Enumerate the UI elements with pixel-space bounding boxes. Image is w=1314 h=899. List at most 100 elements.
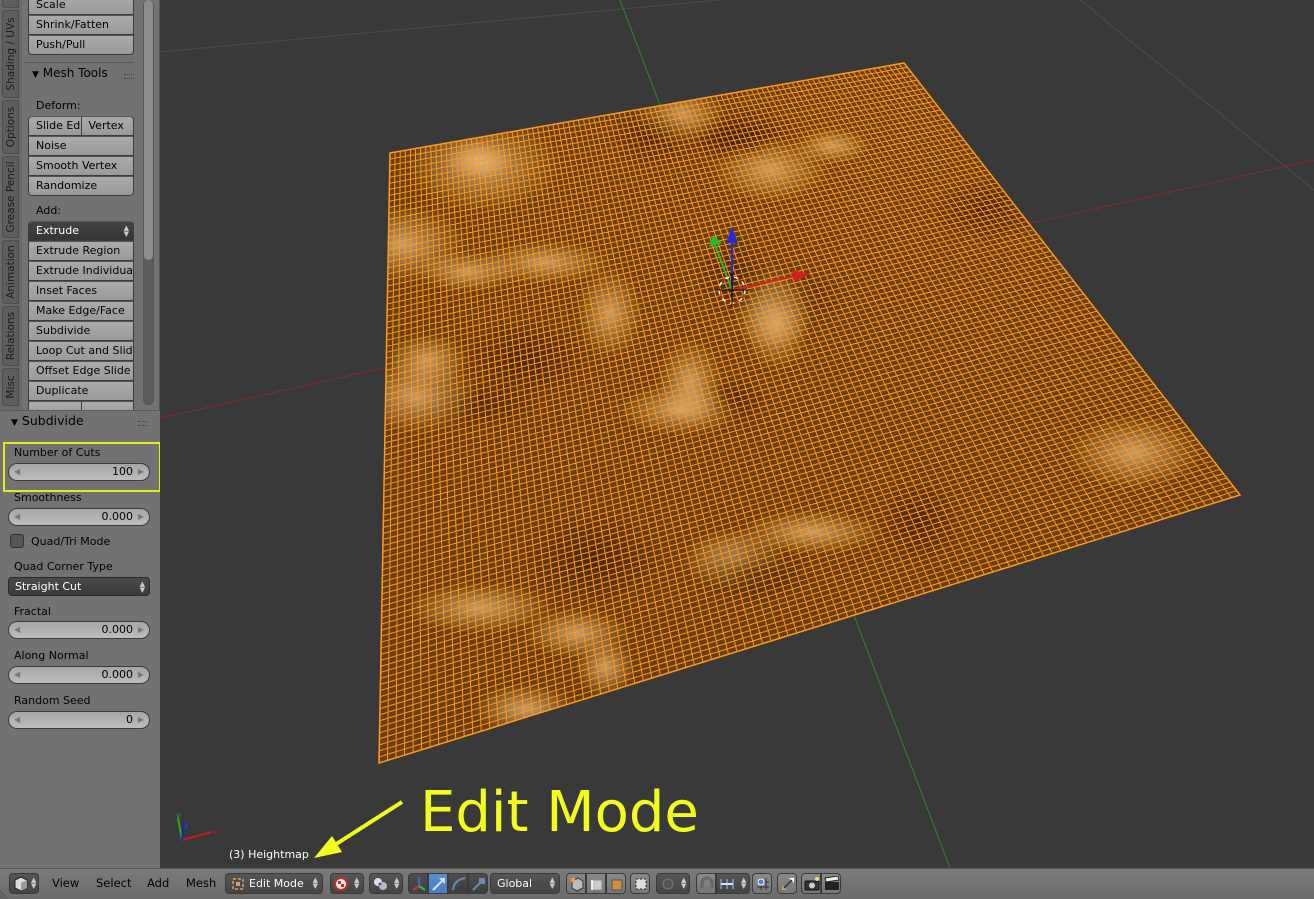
shading-solid-icon (334, 877, 348, 891)
proportional-off-icon (662, 878, 674, 890)
quad-tri-mode-label: Quad/Tri Mode (31, 535, 111, 548)
tab-create-partial[interactable] (2, 0, 19, 8)
vertex-select-mode-button[interactable] (566, 873, 586, 894)
updown-arrows-icon: ▲ ▼ (354, 876, 360, 890)
inset-faces-button[interactable]: Inset Faces (28, 281, 134, 301)
snap-element-selector[interactable]: ▲ ▼ (716, 873, 750, 894)
limit-selection-to-visible-button[interactable] (630, 873, 650, 894)
menu-view[interactable]: View (52, 876, 79, 890)
randomize-button[interactable]: Randomize (28, 176, 134, 196)
subdivide-panel-header[interactable]: ▼ Subdivide (0, 413, 160, 435)
snap-target-button[interactable] (752, 873, 772, 894)
push-pull-button[interactable]: Push/Pull (28, 35, 134, 55)
noise-button[interactable]: Noise (28, 136, 134, 156)
heightmap-mesh[interactable] (337, 62, 1242, 765)
slide-vertex-button[interactable]: Vertex (82, 117, 134, 135)
3d-viewport[interactable]: x y z (3) Heightmap Edit Mode (160, 0, 1314, 868)
shrink-fatten-button[interactable]: Shrink/Fatten (28, 15, 134, 35)
translate-arrow-icon (432, 878, 445, 891)
snap-increment-icon (720, 879, 734, 889)
tab-options[interactable]: Options (2, 100, 19, 154)
viewport-shading-selector[interactable]: ▲ ▼ (330, 873, 364, 894)
tab-animation[interactable]: Animation (2, 240, 19, 304)
scrollbar-thumb[interactable] (144, 0, 153, 260)
deform-split-row: Slide Ed Vertex (28, 116, 134, 136)
increment-arrow-icon[interactable]: ▶ (138, 622, 144, 638)
editor-type-selector[interactable]: ▲ ▼ (9, 873, 39, 894)
mode-selector[interactable]: Edit Mode ▲ ▼ (225, 873, 323, 894)
scale-handle-icon (472, 878, 485, 891)
spin-button[interactable] (29, 402, 82, 410)
edit-mode-annotation: Edit Mode (420, 780, 699, 845)
snap-toggle[interactable] (696, 873, 716, 894)
random-seed-field[interactable]: ◀ 0 ▶ (8, 711, 150, 729)
decrement-arrow-icon[interactable]: ◀ (14, 712, 20, 728)
edge-select-mode-button[interactable] (586, 873, 606, 894)
make-edge-face-button[interactable]: Make Edge/Face (28, 301, 134, 321)
extrude-region-button[interactable]: Extrude Region (28, 241, 134, 261)
rotate-manipulator-button[interactable] (448, 873, 468, 894)
drag-grip-icon[interactable] (138, 421, 148, 426)
increment-arrow-icon[interactable]: ▶ (138, 667, 144, 683)
updown-arrows-icon: ▲ ▼ (681, 876, 687, 890)
decrement-arrow-icon[interactable]: ◀ (14, 509, 20, 525)
face-select-icon (611, 879, 623, 891)
panel-divider (24, 62, 134, 63)
updown-arrows-icon: ▲ ▼ (741, 876, 747, 890)
menu-add[interactable]: Add (147, 876, 169, 890)
quad-corner-type-select[interactable]: Straight Cut ▲ ▼ (8, 577, 150, 596)
fractal-label: Fractal (14, 605, 51, 618)
slide-edge-button[interactable]: Slide Ed (29, 117, 82, 135)
face-select-mode-button[interactable] (606, 873, 626, 894)
pivot-point-selector[interactable]: ▲ ▼ (369, 873, 403, 894)
fractal-field[interactable]: ◀ 0.000 ▶ (8, 621, 150, 639)
proportional-editing-selector[interactable]: ▲ ▼ (656, 873, 690, 894)
occlude-geometry-icon (635, 878, 647, 890)
smooth-vertex-button[interactable]: Smooth Vertex (28, 156, 134, 176)
grid-line (160, 0, 721, 53)
decrement-arrow-icon[interactable]: ◀ (14, 622, 20, 638)
along-normal-field[interactable]: ◀ 0.000 ▶ (8, 666, 150, 684)
random-seed-label: Random Seed (14, 694, 91, 707)
grid-line (1079, 0, 1314, 191)
increment-arrow-icon[interactable]: ▶ (138, 712, 144, 728)
smoothness-label: Smoothness (14, 491, 82, 504)
quad-tri-mode-checkbox[interactable] (10, 534, 24, 548)
translate-manipulator-button[interactable] (428, 873, 448, 894)
mesh-tools-header[interactable]: ▼ Mesh Tools (22, 66, 138, 88)
duplicate-button[interactable]: Duplicate (28, 381, 134, 401)
menu-mesh[interactable]: Mesh (186, 876, 216, 890)
auto-merge-button[interactable] (777, 873, 797, 894)
tab-grease-pencil[interactable]: Grease Pencil (2, 156, 19, 238)
screw-button[interactable] (82, 402, 134, 410)
updown-arrows-icon: ▲ ▼ (139, 580, 145, 594)
along-normal-label: Along Normal (14, 649, 89, 662)
add-buttons: Extrude ▲ ▼ Extrude Region Extrude Indivi… (28, 221, 134, 410)
extrude-individual-button[interactable]: Extrude Individual (28, 261, 134, 281)
subdivide-button[interactable]: Subdivide (28, 321, 134, 341)
updown-arrows-icon: ▲ ▼ (312, 876, 318, 890)
decrement-arrow-icon[interactable]: ◀ (14, 667, 20, 683)
opengl-render-animation-button[interactable] (821, 873, 841, 894)
camera-render-icon (804, 877, 820, 891)
scale-button[interactable]: Scale (28, 0, 134, 15)
tab-relations[interactable]: Relations (2, 306, 19, 366)
increment-arrow-icon[interactable]: ▶ (138, 509, 144, 525)
3d-view-header: ▲ ▼ View Select Add Mesh Edit Mode ▲ ▼ ▲ ▼ … (0, 868, 1314, 899)
manipulator-toggle[interactable] (408, 873, 428, 894)
opengl-render-image-button[interactable] (801, 873, 821, 894)
transform-orientation-selector[interactable]: Global ▲ ▼ (490, 873, 560, 894)
manipulator-icon (412, 877, 426, 891)
extrude-dropdown[interactable]: Extrude ▲ ▼ (28, 221, 134, 241)
offset-edge-slide-button[interactable]: Offset Edge Slide (28, 361, 134, 381)
scale-manipulator-button[interactable] (468, 873, 488, 894)
drag-grip-icon[interactable] (124, 74, 134, 79)
loop-cut-and-slide-button[interactable]: Loop Cut and Slide (28, 341, 134, 361)
menu-select[interactable]: Select (96, 876, 131, 890)
tab-shading-uvs[interactable]: Shading / UVs (2, 10, 19, 98)
snap-target-icon (757, 878, 769, 890)
number-of-cuts-highlight (3, 442, 161, 492)
tool-shelf-tabs: Shading / UVs Options Grease Pencil Anim… (0, 0, 22, 410)
smoothness-field[interactable]: ◀ 0.000 ▶ (8, 508, 150, 526)
tab-misc[interactable]: Misc (2, 368, 19, 406)
